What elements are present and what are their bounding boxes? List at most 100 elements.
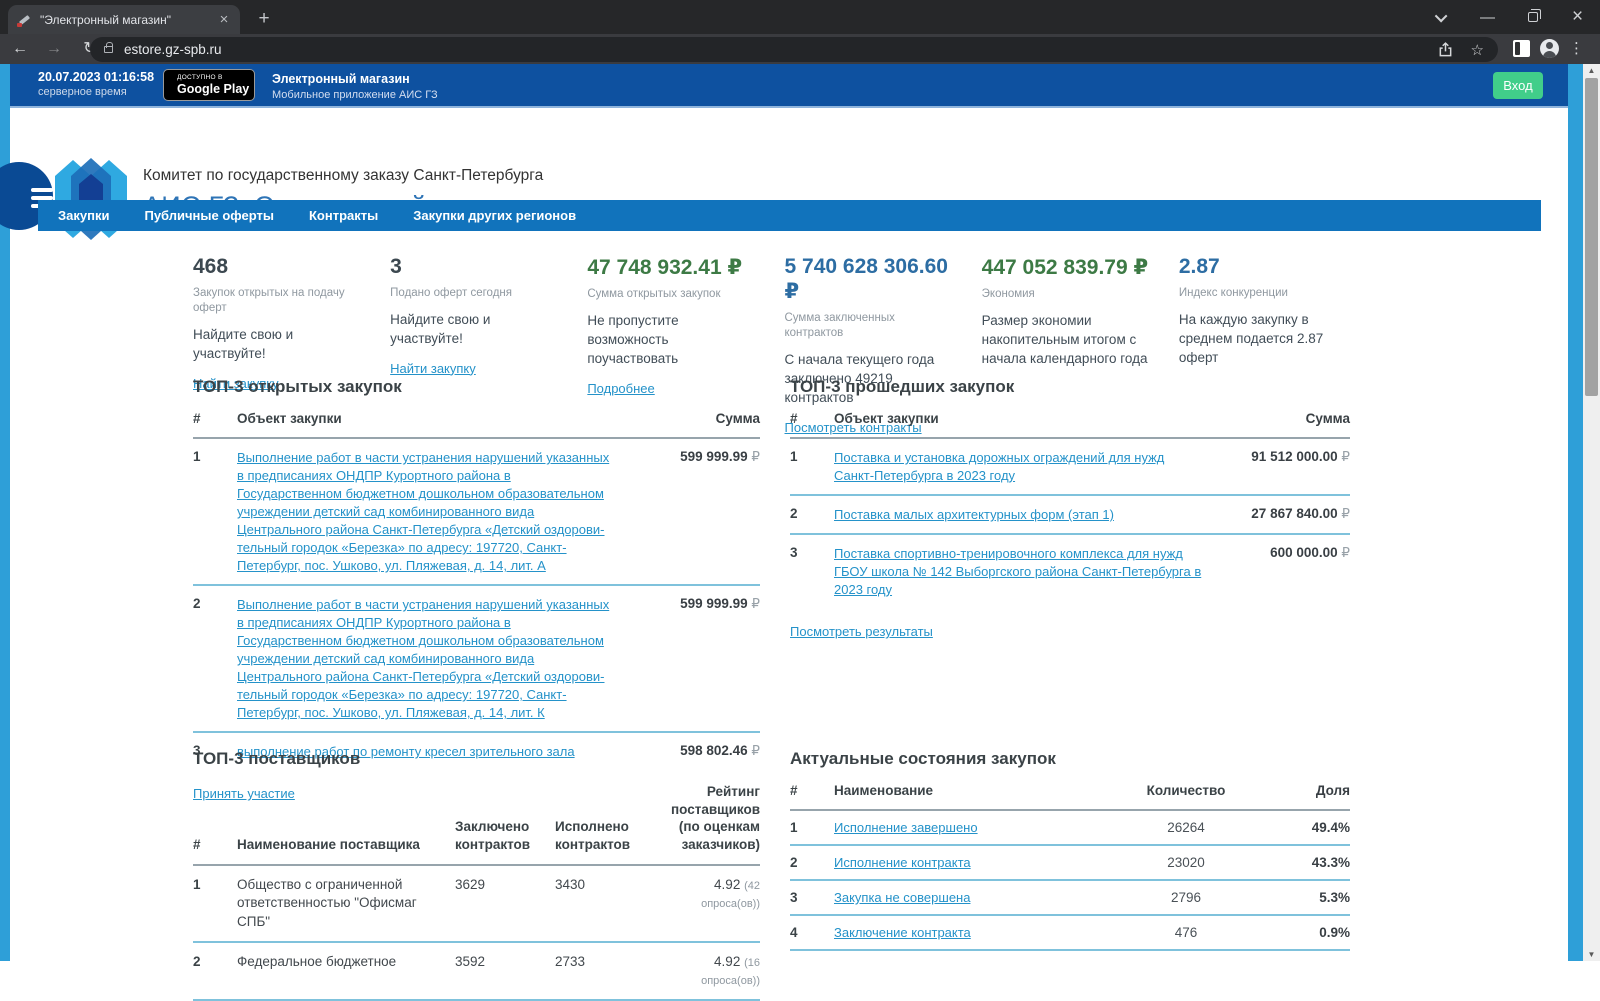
status-link[interactable]: Закупка не совершена: [834, 890, 970, 905]
page-scrollbar[interactable]: ▲ ▼: [1583, 64, 1600, 961]
site-header: Комитет по государственному заказу Санкт…: [0, 110, 1568, 240]
status-share: 0.9%: [1319, 925, 1350, 940]
nav-item-public-offers[interactable]: Публичные оферты: [144, 208, 274, 223]
row-num: 1: [193, 877, 201, 893]
col-supplier-name: Наименование поставщика: [237, 836, 420, 852]
table-header: # Наименование поставщика Заключено конт…: [193, 783, 760, 867]
signed-count: 3629: [455, 877, 486, 893]
purchase-link[interactable]: Выполнение работ в части устранения нару…: [237, 597, 609, 720]
stat-label: Индекс конкуренции: [1178, 287, 1288, 299]
table-row: 2 Выполнение работ в части устранения на…: [193, 586, 760, 733]
lock-icon: [104, 42, 113, 53]
table-row: 1 Исполнение завершено 26264 49.4%: [790, 811, 1350, 846]
stat-label: Подано оферт сегодня: [390, 287, 512, 299]
row-num: 2: [790, 506, 798, 521]
scrollbar-thumb[interactable]: [1585, 78, 1598, 396]
browser-menu-icon[interactable]: ⋮: [1569, 39, 1584, 57]
server-time-label: серверное время: [38, 86, 127, 98]
section-title: ТОП-3 открытых закупок: [193, 377, 402, 396]
status-share: 43.3%: [1311, 855, 1350, 870]
col-executed: Исполнено контрактов: [555, 819, 631, 852]
scroll-up-icon[interactable]: ▲: [1583, 64, 1600, 77]
stat-label: Сумма заключенных контрактов: [784, 312, 895, 339]
col-num: #: [193, 836, 201, 852]
stat-value: 468: [193, 255, 229, 278]
supplier-name: Федеральное бюджетное: [237, 953, 397, 969]
section-title: ТОП-3 прошедших закупок: [790, 377, 1015, 396]
supplier-name: Общество с ограниченной ответственностью…: [237, 877, 417, 929]
nav-item-zakupki[interactable]: Закупки: [58, 208, 109, 223]
row-sum: 600 000.00: [1270, 545, 1338, 560]
status-link[interactable]: Исполнение завершено: [834, 820, 978, 835]
tab-close-icon[interactable]: ×: [216, 11, 232, 28]
login-button[interactable]: Вход: [1493, 72, 1543, 99]
purchase-link[interactable]: Выполнение работ в части устранения нару…: [237, 450, 609, 573]
status-link[interactable]: Исполнение контракта: [834, 855, 971, 870]
google-play-badge[interactable]: ДОСТУПНО В Google Play: [163, 69, 255, 101]
view-results-link[interactable]: Посмотреть результаты: [790, 624, 933, 639]
row-sum: 27 867 840.00: [1251, 506, 1338, 521]
app-subtitle: Мобильное приложение АИС ГЗ: [272, 89, 438, 101]
col-sum: Сумма: [715, 411, 760, 426]
stat-value: 447 052 839.79 ₽: [981, 256, 1149, 279]
purchase-link[interactable]: Поставка и установка дорожных ограждений…: [834, 450, 1164, 483]
status-share: 5.3%: [1319, 890, 1350, 905]
row-sum: 91 512 000.00: [1251, 449, 1338, 464]
committee-name: Комитет по государственному заказу Санкт…: [143, 167, 544, 184]
stat-value: 47 748 932.41 ₽: [587, 256, 743, 279]
stat-label: Сумма открытых закупок: [587, 288, 721, 300]
rating-value: 4.92: [714, 953, 741, 969]
mobile-app-info: Электронный магазин Мобильное приложение…: [272, 72, 438, 101]
content-area: 468 Закупок открытых на подачу оферт Най…: [10, 231, 1568, 1001]
ruble-sign: ₽: [751, 449, 760, 464]
browser-toolbar: ← → ↻ ⌂ estore.gz-spb.ru ☆ ⋮: [0, 34, 1600, 64]
forward-icon[interactable]: →: [42, 37, 66, 61]
address-bar[interactable]: estore.gz-spb.ru ☆: [90, 37, 1498, 62]
browser-tab-bar: "Электронный магазин" × + — ×: [0, 0, 1600, 34]
table-header: # Объект закупки Сумма: [790, 411, 1350, 439]
purchase-link[interactable]: Поставка спортивно-тренировочного компле…: [834, 546, 1201, 597]
col-count: Количество: [1146, 783, 1226, 798]
table-row: 2 Исполнение контракта 23020 43.3%: [790, 846, 1350, 881]
back-icon[interactable]: ←: [8, 37, 32, 61]
table-header: # Объект закупки Сумма: [193, 411, 760, 439]
row-num: 2: [193, 596, 201, 611]
top3-suppliers-section: ТОП-3 поставщиков # Наименование поставщ…: [193, 749, 760, 1001]
row-sum: 599 999.99: [680, 449, 748, 464]
section-title: Актуальные состояния закупок: [790, 749, 1056, 768]
stat-value: 5 740 628 306.60 ₽: [784, 255, 949, 303]
stat-desc: Не пропустите возможность поучаствовать: [587, 312, 679, 366]
table-row: 3 Поставка спортивно-тренировочного комп…: [790, 535, 1350, 608]
bookmark-star-icon[interactable]: ☆: [1471, 41, 1484, 59]
find-purchase-link[interactable]: Найти закупку: [390, 361, 476, 376]
browser-tab[interactable]: "Электронный магазин" ×: [8, 5, 240, 34]
server-time: 20.07.2023 01:16:58 серверное время: [38, 70, 154, 98]
new-tab-icon[interactable]: +: [252, 8, 276, 30]
col-num: #: [193, 411, 201, 426]
row-num: 2: [193, 953, 201, 969]
tab-title: "Электронный магазин": [40, 12, 171, 27]
scroll-down-icon[interactable]: ▼: [1583, 948, 1600, 961]
stat-desc: Размер экономии накопительным итогом с н…: [981, 312, 1148, 366]
col-num: #: [790, 783, 798, 798]
nav-item-contracts[interactable]: Контракты: [309, 208, 378, 223]
status-count: 23020: [1167, 855, 1205, 870]
purchase-statuses-section: Актуальные состояния закупок # Наименова…: [790, 749, 1350, 951]
col-signed: Заключено контрактов: [455, 819, 531, 852]
profile-icon[interactable]: [1540, 39, 1559, 58]
tab-search-chevron-icon[interactable]: [1420, 0, 1465, 34]
window-restore-icon[interactable]: [1510, 0, 1555, 34]
table-row: 4 Заключение контракта 476 0.9%: [790, 916, 1350, 951]
status-share: 49.4%: [1311, 820, 1350, 835]
url-text[interactable]: estore.gz-spb.ru: [124, 42, 1438, 57]
purchase-link[interactable]: Поставка малых архитектурных форм (этап …: [834, 507, 1114, 522]
site-top-bar: 20.07.2023 01:16:58 серверное время ДОСТ…: [10, 64, 1568, 108]
status-link[interactable]: Заключение контракта: [834, 925, 971, 940]
window-minimize-icon[interactable]: —: [1465, 0, 1510, 34]
col-object: Объект закупки: [834, 411, 939, 426]
nav-item-other-regions[interactable]: Закупки других регионов: [413, 208, 576, 223]
window-close-icon[interactable]: ×: [1555, 0, 1600, 34]
row-num: 1: [790, 449, 798, 464]
side-panel-icon[interactable]: [1513, 40, 1530, 57]
share-icon[interactable]: [1438, 42, 1453, 57]
